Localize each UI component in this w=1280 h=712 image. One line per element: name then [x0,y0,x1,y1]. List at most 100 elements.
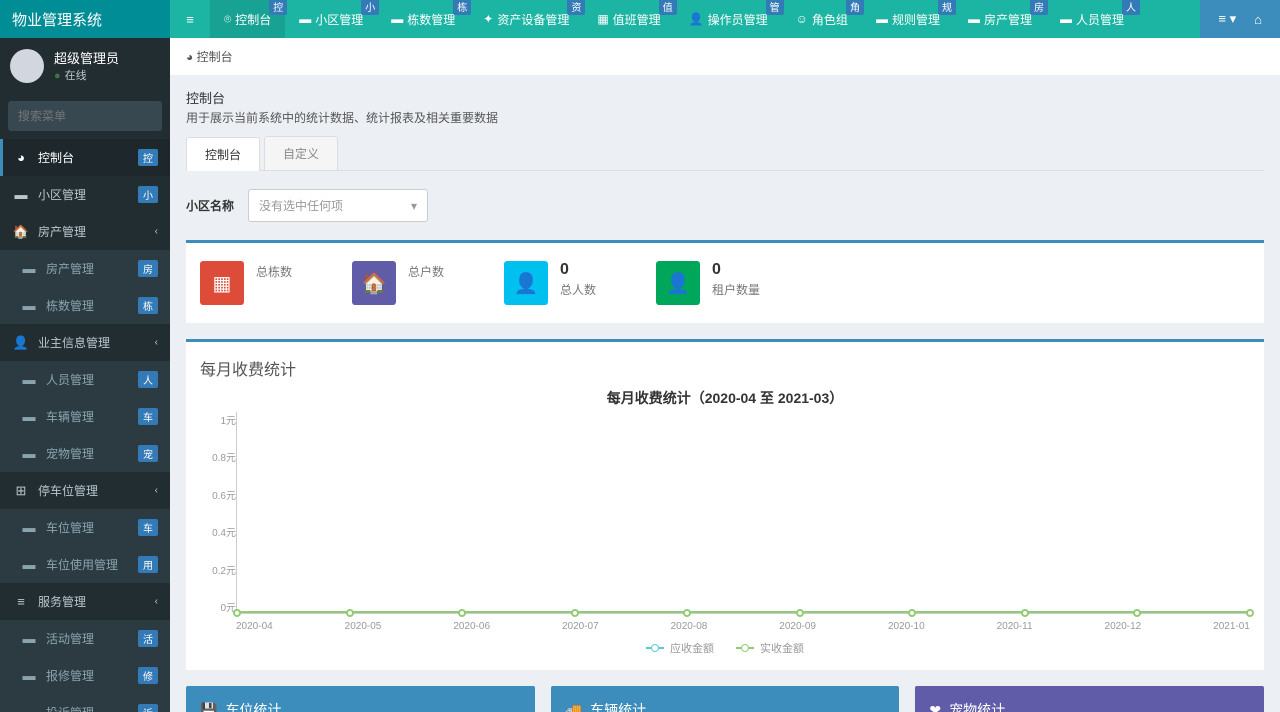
menu-icon: ◕ [12,150,30,165]
card-icon: 🚚 [565,702,582,712]
tab-icon: ☺ [796,12,808,26]
tab-icon: 👤 [689,12,704,26]
subtab[interactable]: 自定义 [264,136,338,170]
top-tab[interactable]: ⌾控制台控 [210,0,285,38]
sidebar-item[interactable]: 🏠房产管理‹ [0,213,170,250]
bottom-card[interactable]: 💾车位统计 [186,686,535,712]
sidebar-item[interactable]: ▬宠物管理宠 [0,435,170,472]
menu-icon: ▬ [20,261,38,276]
top-tab[interactable]: ☺角色组角 [782,0,862,38]
sidebar-item[interactable]: ▬小区管理小 [0,176,170,213]
menu-icon: ▬ [20,668,38,683]
stat-card: 👤0总人数 [504,261,596,305]
menu-badge: 控 [138,149,158,166]
chevron-left-icon: ‹ [155,226,158,237]
sidebar-item[interactable]: ▬活动管理活 [0,620,170,657]
top-tab[interactable]: ▬规则管理规 [862,0,954,38]
sidebar-item[interactable]: ▬栋数管理栋 [0,287,170,324]
search-input[interactable] [8,101,170,131]
bottom-card[interactable]: 🚚车辆统计 [551,686,900,712]
top-tab[interactable]: ▬小区管理小 [285,0,377,38]
menu-badge: 修 [138,667,158,684]
tab-icon: ▬ [1060,12,1072,26]
breadcrumb: ◕ 控制台 [170,38,1280,76]
sidebar-item[interactable]: ▬车辆管理车 [0,398,170,435]
legend-item[interactable]: 应收金额 [646,640,714,656]
menu-badge: 宠 [138,445,158,462]
chevron-left-icon: ‹ [155,596,158,607]
sidebar-item[interactable]: ◕控制台控 [0,139,170,176]
chart-dot [1133,609,1141,617]
sidebar-item[interactable]: ▬投诉管理诉 [0,694,170,712]
card-icon: ❤ [929,702,941,712]
sidebar-item[interactable]: ▬车位使用管理用 [0,546,170,583]
tab-icon: ▬ [876,12,888,26]
sidebar-item[interactable]: ≡服务管理‹ [0,583,170,620]
menu-icon: ▬ [20,520,38,535]
top-tab[interactable]: 👤操作员管理管 [675,0,782,38]
menu-icon: ▬ [20,557,38,572]
stat-label: 总栋数 [256,263,292,280]
top-tab[interactable]: ▦值班管理值 [583,0,674,38]
menu-badge: 诉 [138,704,158,712]
sidebar-item[interactable]: ▬报修管理修 [0,657,170,694]
stat-card: 👤0租户数量 [656,261,760,305]
filter-label: 小区名称 [186,197,234,214]
menu-badge: 活 [138,630,158,647]
community-select[interactable]: 没有选中任何项 ▾ [248,189,428,222]
menu-icon: ▬ [20,631,38,646]
legend-item[interactable]: 实收金额 [736,640,804,656]
top-tab[interactable]: ▬房产管理房 [954,0,1046,38]
tab-icon: ▬ [391,12,403,26]
top-tab[interactable]: ▬人员管理人 [1046,0,1138,38]
menu-toggle[interactable]: ≡ [170,0,210,38]
chart-dot [346,609,354,617]
user-panel: 超级管理员 在线 [0,38,170,93]
stat-card: 🏠总户数 [352,261,444,305]
menu-icon: ▬ [20,705,38,712]
chart-area: 1元0.8元0.6元0.4元0.2元0元 2020-042020-052020-… [200,412,1250,632]
sidebar-item[interactable]: 👤业主信息管理‹ [0,324,170,361]
menu-dropdown-icon[interactable]: ≡ ▾ [1218,11,1236,27]
chevron-left-icon: ‹ [155,337,158,348]
stat-label: 总户数 [408,263,444,280]
stat-label: 租户数量 [712,281,760,298]
sidebar-item[interactable]: ⊞停车位管理‹ [0,472,170,509]
menu-icon: ▬ [20,298,38,313]
menu-badge: 车 [138,519,158,536]
sidebar-item[interactable]: ▬房产管理房 [0,250,170,287]
chart-dot [683,609,691,617]
tab-icon: ▬ [299,12,311,26]
user-status: 在线 [54,67,119,83]
stat-label: 总人数 [560,281,596,298]
sidebar-item[interactable]: ▬车位管理车 [0,509,170,546]
menu-icon: 👤 [12,335,30,351]
top-tab[interactable]: ✦资产设备管理资 [469,0,583,38]
stat-icon: ▦ [200,261,244,305]
chart-inner-title: 每月收费统计（2020-04 至 2021-03） [200,388,1250,408]
menu-icon: ⊞ [12,483,30,499]
tab-icon: ▬ [968,12,980,26]
chevron-down-icon: ▾ [411,199,417,213]
subtab[interactable]: 控制台 [186,137,260,171]
chart-title: 每月收费统计 [200,356,1250,380]
menu-badge: 小 [138,186,158,203]
menu-badge: 人 [138,371,158,388]
legend-marker [736,644,754,652]
bottom-card[interactable]: ❤宠物统计 [915,686,1264,712]
top-tab[interactable]: ▬栋数管理栋 [377,0,469,38]
chart-dot [1246,609,1254,617]
chart-dot [908,609,916,617]
chart-dot [458,609,466,617]
chart-dot [571,609,579,617]
menu-icon: ▬ [20,409,38,424]
chart-dot [233,609,241,617]
menu-icon: ▬ [20,446,38,461]
stat-icon: 👤 [504,261,548,305]
home-icon[interactable]: ⌂ [1254,12,1262,27]
menu-badge: 用 [138,556,158,573]
sidebar-item[interactable]: ▬人员管理人 [0,361,170,398]
user-name: 超级管理员 [54,48,119,67]
menu-icon: ≡ [12,594,30,609]
chart-dot [796,609,804,617]
